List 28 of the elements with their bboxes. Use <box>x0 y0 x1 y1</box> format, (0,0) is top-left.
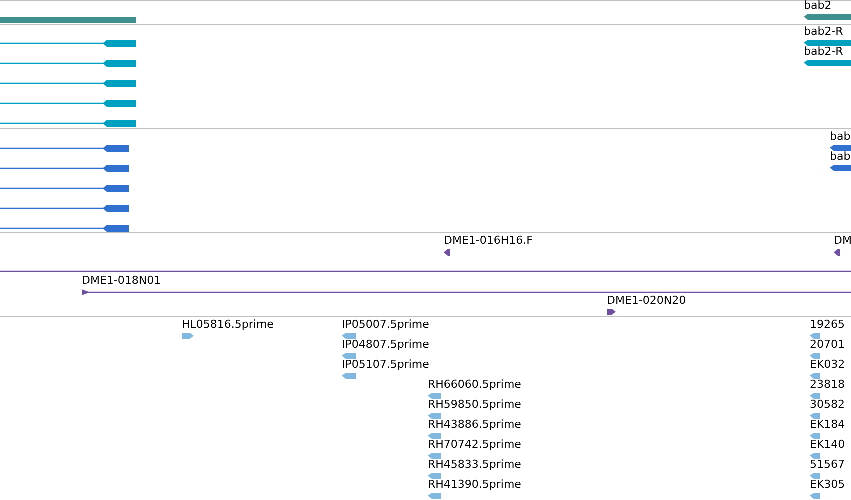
feature-label: IP05007.5prime <box>342 319 430 331</box>
feature-label: EK140 <box>810 439 846 451</box>
feature-label: bab <box>830 151 851 163</box>
feature-label: DME1-020N20 <box>607 295 686 307</box>
feature-label: EK184 <box>810 419 846 431</box>
feature-label: RH66060.5prime <box>428 379 522 391</box>
feature-label: 30582 <box>810 399 845 411</box>
feature-label: IP04807.5prime <box>342 339 430 351</box>
feature-label: bab2-R <box>804 26 844 38</box>
feature-label: DME1-018N01 <box>82 275 162 287</box>
feature-label: bab2 <box>804 0 832 12</box>
feature-label: IP05107.5prime <box>342 359 430 371</box>
feature-label: RH59850.5prime <box>428 399 522 411</box>
feature-label: 19265 <box>810 319 845 331</box>
feature-label: EK305 <box>810 479 846 491</box>
feature-label: bab2-R <box>804 46 844 58</box>
feature-label: RH45833.5prime <box>428 459 522 471</box>
feature-label: RH70742.5prime <box>428 439 522 451</box>
feature-label: EK032 <box>810 359 846 371</box>
feature-label: 23818 <box>810 379 845 391</box>
feature-label: 51567 <box>810 459 845 471</box>
feature-label: DM <box>834 235 851 247</box>
feature-label: bab <box>830 131 851 143</box>
feature-label: HL05816.5prime <box>182 319 274 331</box>
feature-label: RH43886.5prime <box>428 419 522 431</box>
feature-label: 20701 <box>810 339 845 351</box>
feature-label: RH41390.5prime <box>428 479 522 491</box>
feature-label: DME1-016H16.F <box>444 235 533 247</box>
